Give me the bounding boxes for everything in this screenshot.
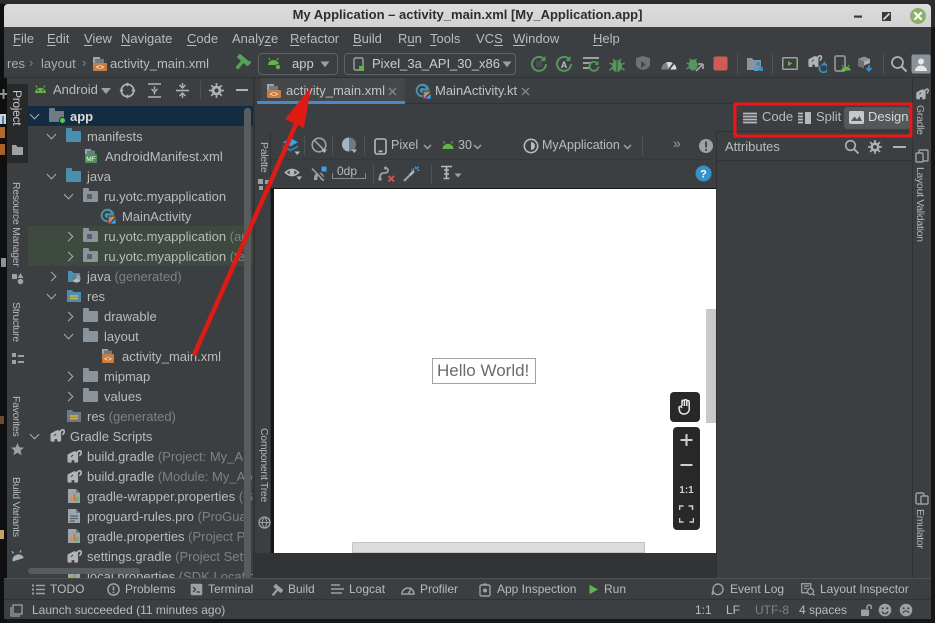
svg-text:<>: <> — [96, 65, 104, 72]
svg-text:?: ? — [700, 169, 707, 181]
svg-text:1:1: 1:1 — [679, 485, 694, 496]
svg-text:<>: <> — [104, 356, 112, 363]
svg-text:MF: MF — [86, 156, 95, 163]
svg-text:<>: <> — [270, 92, 278, 99]
svg-text:A: A — [561, 60, 568, 70]
